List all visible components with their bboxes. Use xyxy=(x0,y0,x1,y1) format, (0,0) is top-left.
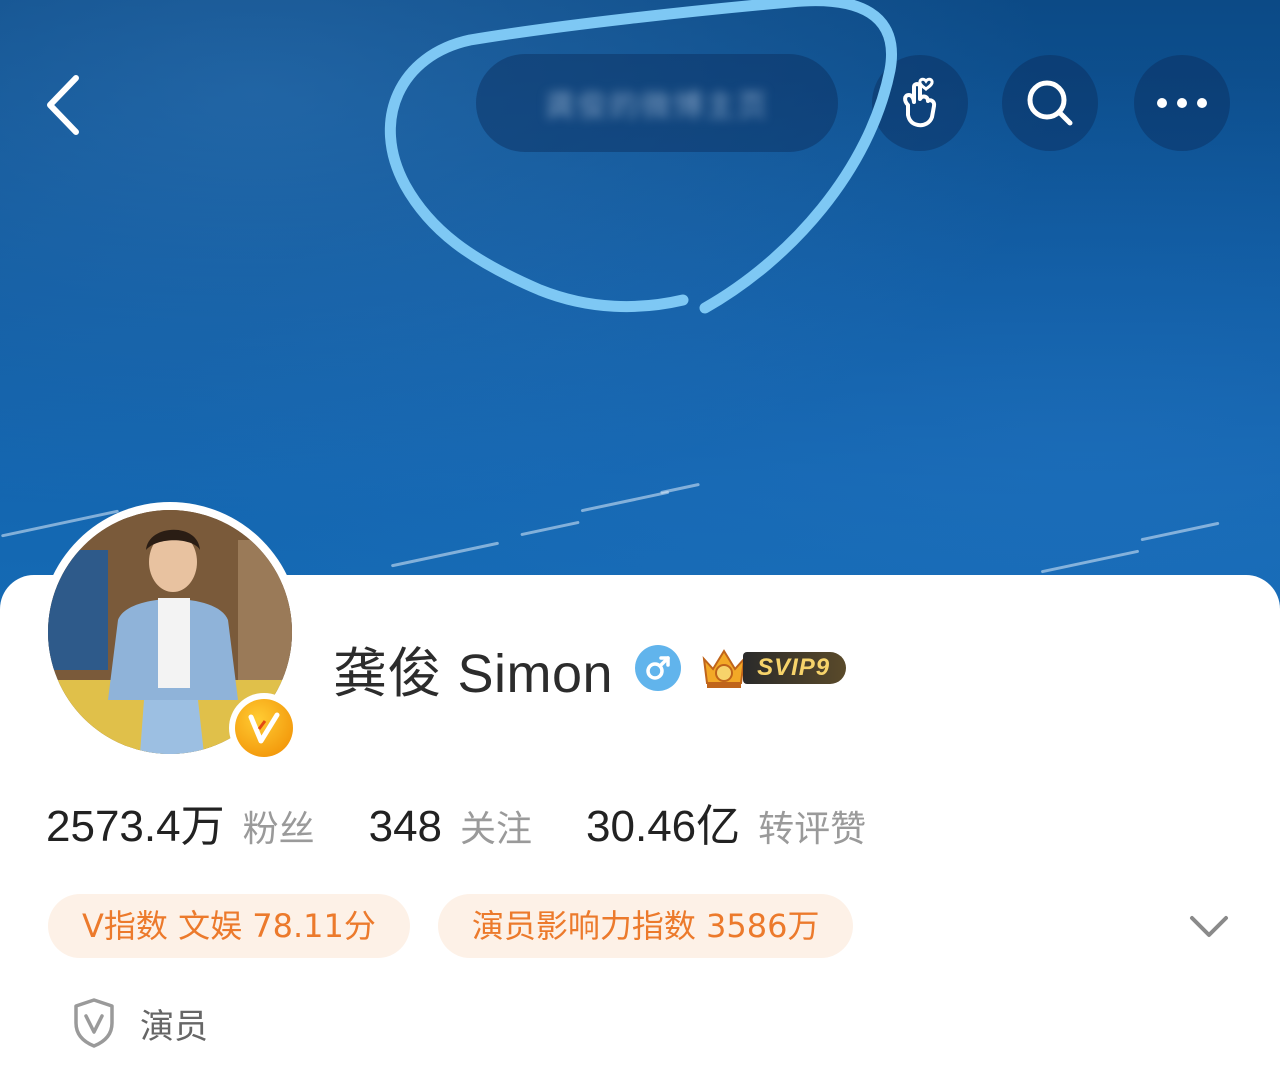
stat-followers[interactable]: 2573.4万 粉丝 xyxy=(46,790,315,854)
back-chevron-icon xyxy=(47,75,79,135)
more-icon xyxy=(1157,98,1207,108)
engagement-label: 转评赞 xyxy=(758,809,867,850)
crown-icon xyxy=(702,649,746,688)
male-gender-icon xyxy=(635,645,682,691)
more-button[interactable] xyxy=(1134,55,1230,151)
hand-heart-icon xyxy=(903,77,937,128)
following-label: 关注 xyxy=(460,809,533,850)
followers-label: 粉丝 xyxy=(242,809,315,850)
following-count: 348 xyxy=(368,802,443,851)
stat-following[interactable]: 348 关注 xyxy=(369,800,532,852)
like-gesture-button[interactable] xyxy=(872,55,968,151)
stat-engagement[interactable]: 30.46亿 转评赞 xyxy=(586,790,866,854)
back-button[interactable] xyxy=(30,60,100,150)
search-button[interactable] xyxy=(1002,55,1098,151)
header-title: 龚俊的微博主页 xyxy=(476,54,838,152)
header-title-text: 龚俊的微博主页 xyxy=(545,90,769,123)
profile-name-row: 龚俊 Simon SVIP9 xyxy=(333,628,847,708)
chevron-down-icon[interactable] xyxy=(1186,906,1232,946)
v-index-tag[interactable]: V指数 文娱 78.11分 xyxy=(48,894,410,958)
actor-influence-tag[interactable]: 演员影响力指数 3586万 xyxy=(437,894,854,958)
verified-shield-icon xyxy=(74,998,114,1048)
verified-v-icon xyxy=(248,712,280,744)
svip-badge[interactable]: SVIP9 xyxy=(699,645,847,691)
verified-badge xyxy=(229,693,299,763)
verification-role: 演员 xyxy=(70,995,208,1051)
profile-name: 龚俊 Simon xyxy=(333,643,614,704)
followers-count: 2573.4万 xyxy=(46,802,225,851)
svip-label: SVIP9 xyxy=(743,652,847,684)
profile-stats: 2573.4万 粉丝 348 关注 30.46亿 转评赞 xyxy=(46,790,920,860)
role-label: 演员 xyxy=(140,1006,208,1047)
engagement-count: 30.46亿 xyxy=(586,802,741,851)
index-tags: V指数 文娱 78.11分 演员影响力指数 3586万 xyxy=(48,894,881,958)
search-icon xyxy=(1027,80,1073,126)
